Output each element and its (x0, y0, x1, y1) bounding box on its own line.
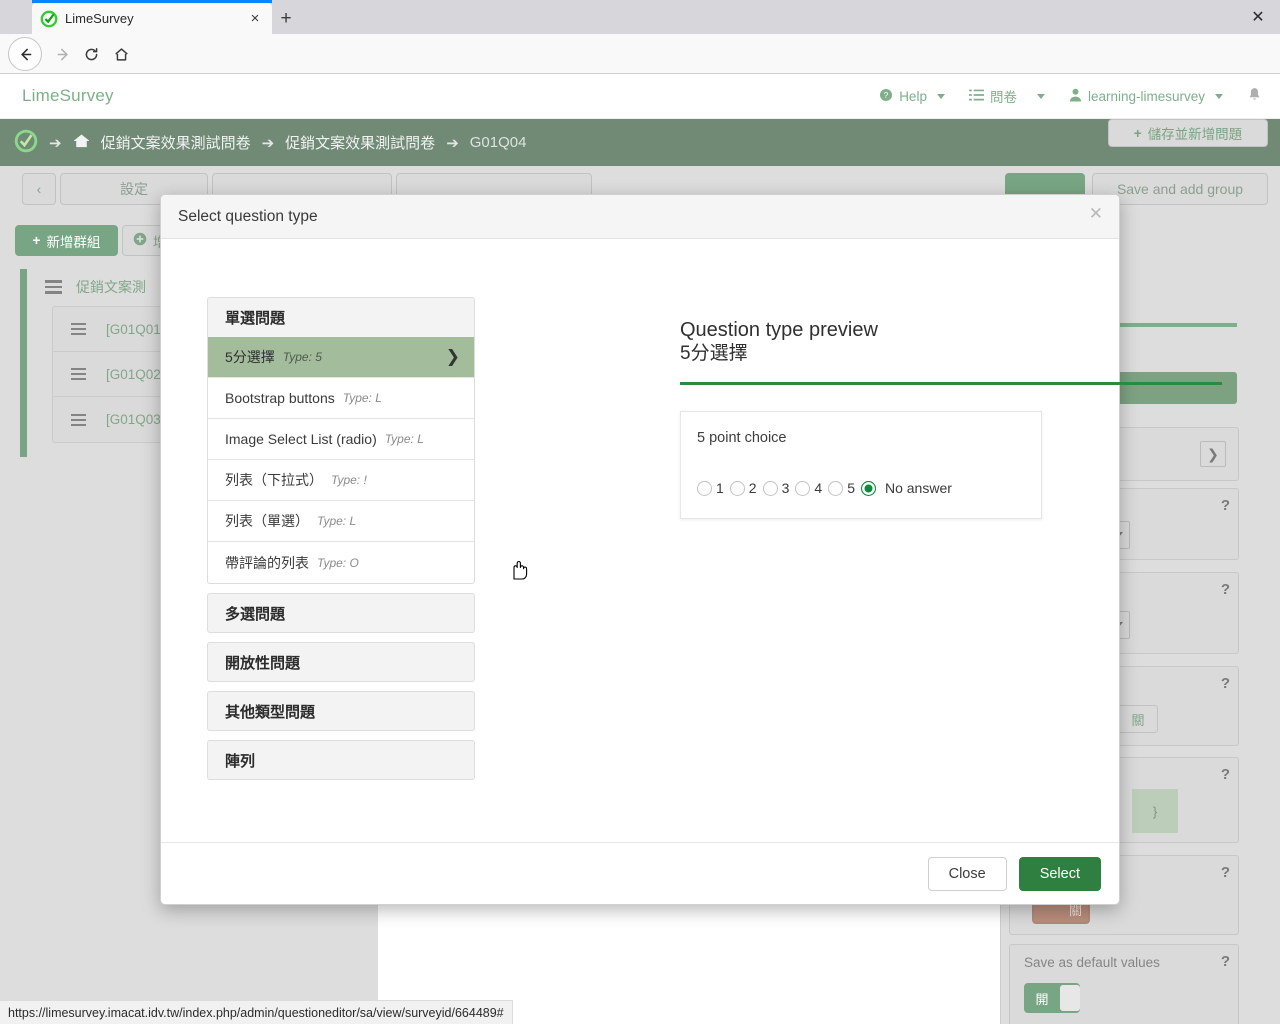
type-name: Image Select List (radio) (225, 431, 377, 447)
dialog-header: Select question type ✕ (161, 195, 1119, 239)
type-code: Type: L (342, 391, 382, 405)
select-question-type-dialog: Select question type ✕ 單選問題 5分選擇 Type: 5… (160, 194, 1222, 905)
question-type-item-list-dropdown[interactable]: 列表（下拉式） Type: ! (208, 460, 474, 501)
radio-label-2: 2 (748, 480, 757, 496)
radio-option-4[interactable] (795, 480, 811, 496)
type-code: Type: O (317, 555, 359, 570)
close-icon[interactable]: ✕ (1089, 205, 1103, 222)
question-type-list: 單選問題 5分選擇 Type: 5 ❯ Bootstrap buttons Ty… (207, 297, 475, 780)
question-type-item-list-with-comment[interactable]: 帶評論的列表 Type: O (208, 542, 474, 583)
browser-tab[interactable]: LimeSurvey × (32, 3, 272, 34)
preview-options: 1 2 3 4 5 No answer (697, 480, 1025, 496)
question-type-group-open-ended[interactable]: 開放性問題 (207, 642, 475, 682)
group-label: 開放性問題 (225, 654, 301, 672)
radio-label-1: 1 (716, 480, 724, 496)
window-close-button[interactable]: ✕ (1244, 6, 1272, 30)
question-type-group-single-choice[interactable]: 單選問題 (207, 297, 475, 337)
forward-arrow-icon[interactable] (48, 39, 78, 69)
tab-strip: LimeSurvey × + ✕ (0, 0, 1280, 34)
radio-option-5[interactable] (828, 480, 844, 496)
question-type-preview: Question type preview 5分選擇 5 point choic… (680, 319, 1222, 519)
radio-label-4: 4 (814, 480, 823, 496)
type-code: Type: L (384, 432, 424, 446)
radio-label-3: 3 (781, 480, 790, 496)
browser-chrome: LimeSurvey × + ✕ https://limesurvey.imac… (0, 0, 1280, 102)
home-icon[interactable] (106, 39, 136, 69)
radio-option-no-answer[interactable] (860, 480, 876, 496)
question-type-group-arrays[interactable]: 陣列 (207, 740, 475, 780)
navigation-toolbar: https://limesurvey.imacat.idv.tw/index.p… (0, 34, 1280, 102)
radio-label-5: 5 (847, 480, 855, 496)
dialog-title: Select question type (178, 207, 318, 225)
type-code: Type: ! (331, 473, 367, 487)
group-label: 陣列 (225, 752, 256, 770)
preview-subheading-text: 5分選擇 (680, 342, 748, 364)
status-bar: https://limesurvey.imacat.idv.tw/index.p… (0, 1000, 513, 1024)
radio-option-3[interactable] (762, 480, 778, 496)
type-code: Type: L (317, 514, 357, 528)
type-code: Type: 5 (282, 350, 322, 364)
tab-close-icon[interactable]: × (246, 10, 264, 28)
type-name: Bootstrap buttons (225, 390, 335, 406)
dialog-footer: Close Select (161, 842, 1119, 904)
radio-label-no-answer: No answer (884, 480, 952, 496)
preview-question-text: 5 point choice (697, 430, 787, 446)
radio-option-1[interactable] (697, 480, 712, 496)
question-type-item-list-radio[interactable]: 列表（單選） Type: L (208, 501, 474, 542)
tab-title: LimeSurvey (65, 11, 134, 26)
dialog-body: 單選問題 5分選擇 Type: 5 ❯ Bootstrap buttons Ty… (161, 239, 1222, 842)
select-button[interactable]: Select (1018, 856, 1101, 891)
reload-icon[interactable] (76, 39, 106, 69)
new-tab-button[interactable]: + (272, 6, 300, 32)
back-arrow-icon[interactable] (8, 37, 42, 71)
group-label: 其他類型問題 (225, 703, 316, 721)
question-type-sublist: 5分選擇 Type: 5 ❯ Bootstrap buttons Type: L… (207, 337, 475, 584)
preview-heading: Question type preview 5分選擇 (680, 319, 1222, 365)
type-name: 列表（下拉式） (225, 472, 323, 488)
group-label: 單選問題 (225, 310, 286, 327)
preview-divider (680, 382, 1222, 385)
preview-card: 5 point choice 1 2 3 4 5 No answer (680, 411, 1042, 519)
limesurvey-favicon (40, 10, 58, 27)
status-bar-url: https://limesurvey.imacat.idv.tw/index.p… (8, 1005, 504, 1020)
question-type-group-multiple-choice[interactable]: 多選問題 (207, 593, 475, 633)
question-type-group-mask-questions[interactable]: 其他類型問題 (207, 691, 475, 731)
close-button[interactable]: Close (927, 856, 1007, 891)
type-name: 5分選擇 (225, 349, 275, 365)
type-name: 列表（單選） (225, 513, 309, 529)
question-type-item-image-select-list[interactable]: Image Select List (radio) Type: L (208, 419, 474, 460)
type-name: 帶評論的列表 (225, 554, 309, 571)
group-label: 多選問題 (225, 605, 286, 623)
question-type-item-bootstrap-buttons[interactable]: Bootstrap buttons Type: L (208, 378, 474, 419)
radio-option-2[interactable] (729, 480, 745, 496)
chevron-right-icon: ❯ (445, 347, 460, 366)
mouse-cursor-icon (513, 560, 528, 580)
preview-heading-text: Question type preview (680, 319, 878, 341)
question-type-item-5-point-choice[interactable]: 5分選擇 Type: 5 ❯ (208, 337, 474, 378)
